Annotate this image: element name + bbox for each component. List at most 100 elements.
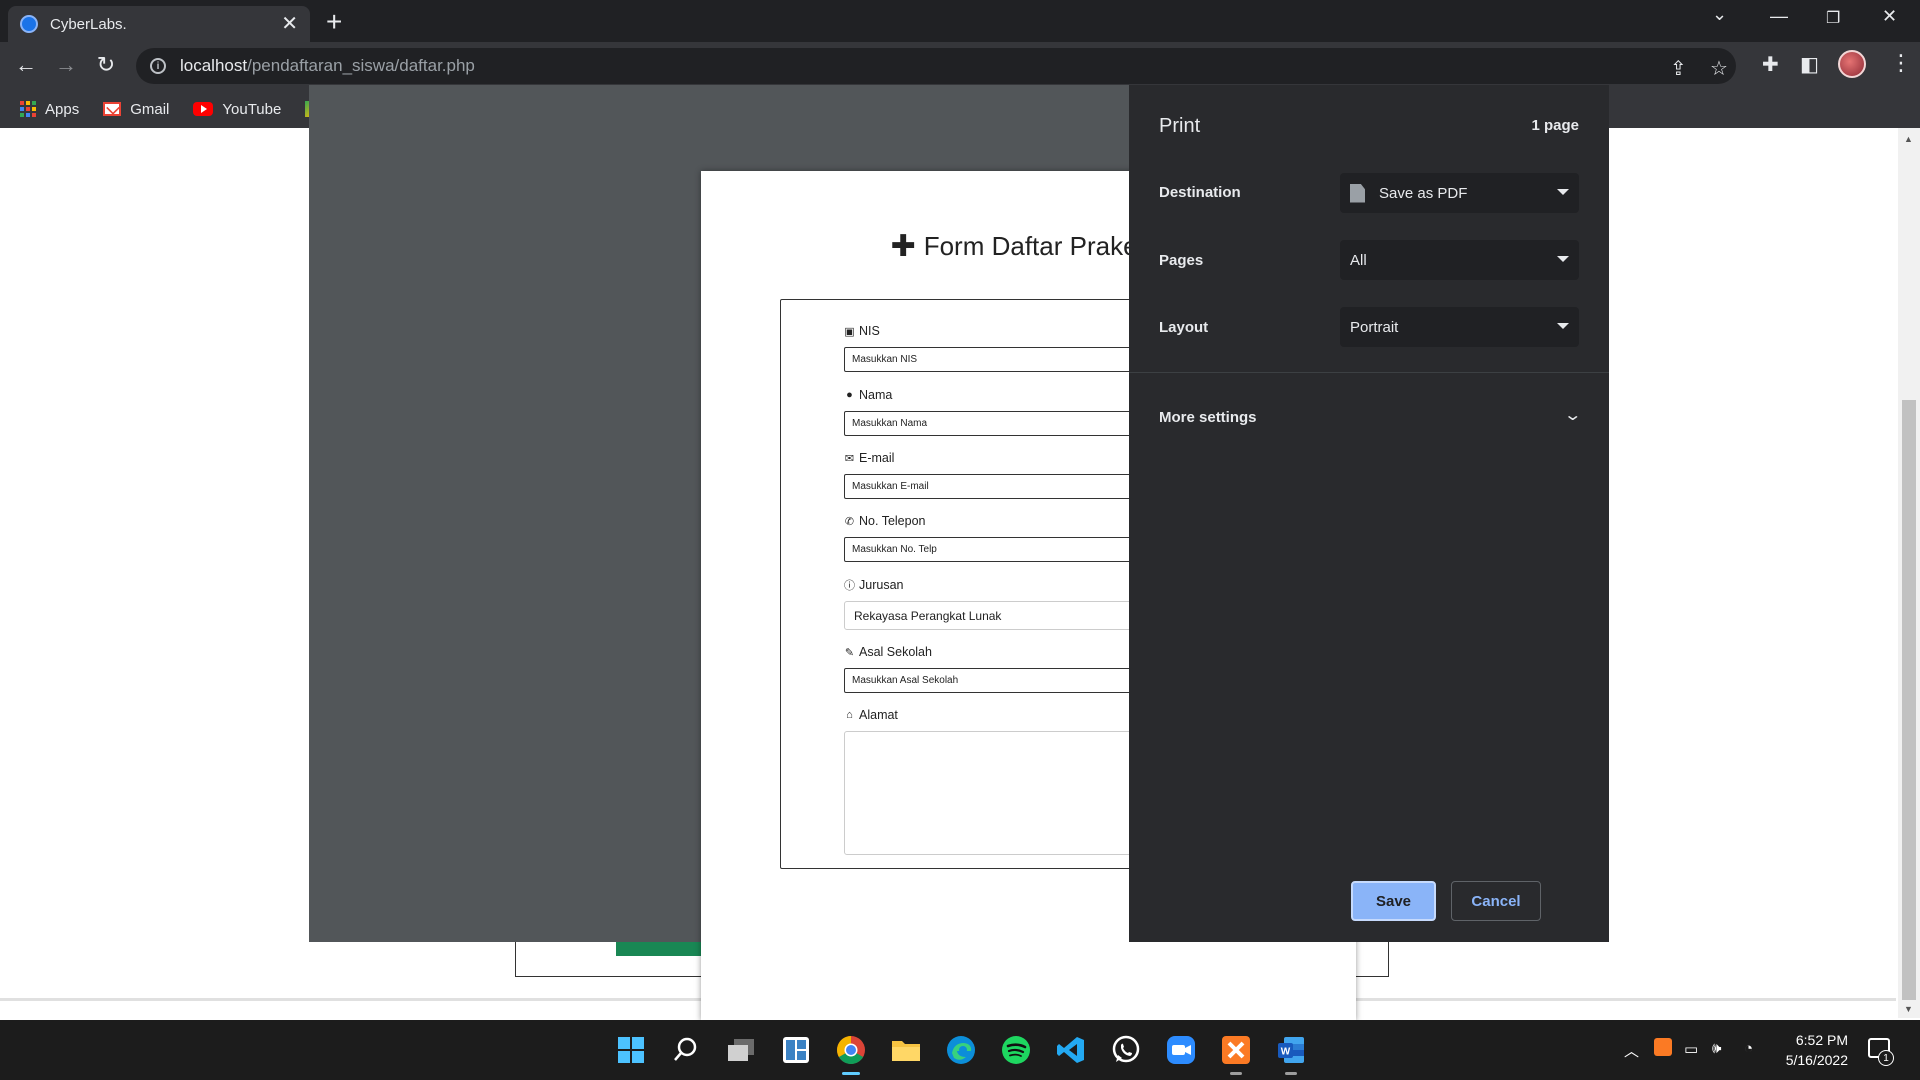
restore-icon[interactable]: ❐: [1826, 8, 1840, 28]
layout-select[interactable]: Portrait: [1340, 307, 1579, 347]
tab-title: CyberLabs.: [50, 15, 127, 33]
tab-favicon-icon: [20, 15, 38, 33]
gmail-icon: [103, 102, 122, 116]
clock-time: 6:52 PM: [1795, 1032, 1848, 1048]
pages-select[interactable]: All: [1340, 240, 1579, 280]
caret-down-icon: [1557, 323, 1569, 329]
destination-select[interactable]: Save as PDF: [1340, 173, 1579, 213]
field-label: No. Telepon: [859, 514, 926, 528]
caret-down-icon: [1557, 256, 1569, 262]
bookmark-label: Apps: [45, 100, 80, 118]
new-tab-button[interactable]: +: [326, 8, 342, 36]
battery-icon[interactable]: ▭: [1684, 1040, 1698, 1058]
close-window-icon[interactable]: ✕: [1882, 6, 1897, 27]
destination-label: Destination: [1159, 184, 1241, 201]
tab-strip: CyberLabs. ✕ + ⌄ — ❐ ✕: [0, 0, 1920, 42]
save-button[interactable]: Save: [1351, 881, 1436, 921]
tray-overflow-icon[interactable]: ︿: [1624, 1040, 1639, 1061]
task-view-icon[interactable]: [722, 1031, 760, 1069]
tab-search-icon[interactable]: ⌄: [1712, 4, 1727, 25]
phone-icon: ✆: [844, 515, 855, 528]
wifi-icon[interactable]: ◔: [1744, 1040, 1753, 1057]
zoom-icon[interactable]: [1162, 1031, 1200, 1069]
vscode-icon[interactable]: [1052, 1031, 1090, 1069]
caret-down-icon: [1557, 189, 1569, 195]
xampp-icon[interactable]: [1217, 1031, 1255, 1075]
notification-count-badge: 1: [1878, 1050, 1894, 1066]
more-settings-toggle[interactable]: More settings: [1159, 409, 1257, 426]
url-host: localhost: [180, 56, 248, 75]
print-dialog: ✚ Form Daftar Prakerin ▣ NIS Masukkan NIS…: [309, 85, 1609, 1021]
field-label: Jurusan: [859, 578, 904, 592]
bookmark-label: Gmail: [130, 100, 170, 118]
search-icon[interactable]: [667, 1031, 705, 1069]
field-label: E-mail: [859, 451, 895, 465]
layout-value: Portrait: [1350, 318, 1399, 336]
pages-value: All: [1350, 251, 1367, 269]
whatsapp-icon[interactable]: [1107, 1031, 1145, 1069]
settings-divider: [1129, 372, 1609, 373]
svg-text:W: W: [1281, 1047, 1291, 1058]
bookmark-youtube[interactable]: YouTube: [193, 101, 281, 118]
layout-label: Layout: [1159, 319, 1209, 336]
info-circle-icon: ⓘ: [844, 580, 855, 592]
windows-start-icon[interactable]: [612, 1031, 650, 1069]
scroll-up-icon[interactable]: ▲: [1904, 134, 1913, 144]
extensions-icon[interactable]: ✚: [1762, 52, 1779, 77]
system-clock[interactable]: 6:52 PM 5/16/2022: [1768, 1030, 1848, 1070]
field-label: Nama: [859, 388, 893, 402]
tray-xampp-icon[interactable]: [1654, 1038, 1672, 1056]
taskbar: W ︿ ▭ 🕪 ◔ 6:52 PM 5/16/2022 1: [0, 1020, 1920, 1080]
user-icon: ●: [846, 389, 853, 401]
scrollbar-thumb[interactable]: [1902, 400, 1916, 1000]
bookmark-label: YouTube: [222, 100, 282, 118]
page-count: 1 page: [1531, 117, 1579, 134]
scroll-down-icon[interactable]: ▼: [1904, 1004, 1913, 1014]
field-label: Asal Sekolah: [859, 645, 932, 659]
menu-kebab-icon[interactable]: ⋮: [1890, 50, 1912, 76]
file-explorer-icon[interactable]: [887, 1031, 925, 1069]
cancel-button[interactable]: Cancel: [1451, 881, 1541, 921]
reload-icon[interactable]: ↻: [92, 52, 120, 78]
site-info-icon[interactable]: i: [150, 58, 166, 74]
field-label: NIS: [859, 324, 880, 338]
plus-icon: ✚: [890, 229, 916, 263]
field-label: Alamat: [859, 708, 898, 722]
spotify-icon[interactable]: [997, 1031, 1035, 1069]
close-tab-icon[interactable]: ✕: [281, 14, 298, 34]
url-path: /pendaftaran_siswa/daftar.php: [247, 56, 475, 75]
forward-icon[interactable]: →: [52, 52, 80, 78]
widgets-icon[interactable]: [777, 1031, 815, 1069]
running-indicator: [1230, 1072, 1242, 1075]
profile-avatar[interactable]: [1838, 50, 1866, 78]
word-icon[interactable]: W: [1272, 1031, 1310, 1075]
browser-toolbar: ← → ↻ i localhost /pendaftaran_siswa/daf…: [0, 42, 1920, 90]
print-settings-panel: Print 1 page Destination Save as PDF Pag…: [1129, 85, 1609, 942]
bookmark-apps[interactable]: Apps: [20, 101, 79, 118]
browser-tab[interactable]: CyberLabs. ✕: [8, 6, 310, 42]
active-indicator: [842, 1072, 860, 1075]
back-icon[interactable]: ←: [12, 52, 40, 78]
bookmark-star-icon[interactable]: ☆: [1710, 56, 1728, 81]
minimize-icon[interactable]: —: [1770, 6, 1788, 27]
id-card-icon: ▣: [844, 325, 855, 338]
envelope-icon: ✉: [844, 452, 855, 465]
apps-grid-icon: [20, 101, 36, 117]
pages-label: Pages: [1159, 252, 1204, 269]
side-panel-icon[interactable]: ◧: [1800, 52, 1819, 77]
print-title: Print: [1159, 115, 1201, 137]
edit-icon: ✎: [844, 646, 855, 659]
edge-icon[interactable]: [942, 1031, 980, 1069]
clock-date: 5/16/2022: [1785, 1052, 1848, 1068]
volume-icon[interactable]: 🕪: [1712, 1040, 1721, 1057]
destination-value: Save as PDF: [1379, 184, 1468, 202]
share-icon[interactable]: ⇪: [1670, 56, 1687, 81]
running-indicator: [1285, 1072, 1297, 1075]
youtube-icon: [193, 102, 214, 116]
address-bar[interactable]: i localhost /pendaftaran_siswa/daftar.ph…: [136, 48, 1736, 84]
chevron-down-icon[interactable]: ⌄: [1563, 405, 1582, 425]
bookmark-gmail[interactable]: Gmail: [103, 101, 169, 118]
chrome-icon[interactable]: [832, 1031, 870, 1075]
pdf-file-icon: [1350, 183, 1365, 203]
page-scrollbar[interactable]: ▲ ▼: [1898, 128, 1920, 1018]
